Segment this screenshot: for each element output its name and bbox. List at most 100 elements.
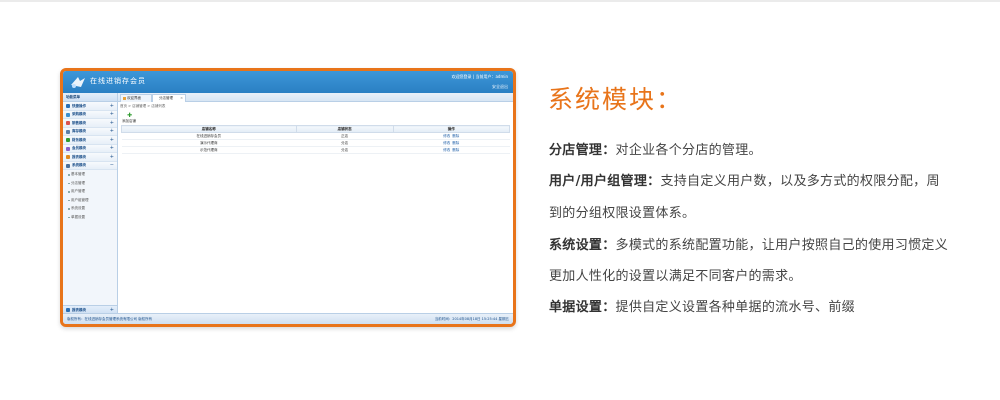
sidebar: 功能菜单 « 快捷操作 + 采购模块 + 销售模块 + 库存模块 + 财务模块 + 会员模块 + 报表模… bbox=[63, 93, 118, 314]
feature-system-settings: 系统设置：多模式的系统配置功能，让用户按照自己的使用习惯定义 bbox=[549, 234, 948, 253]
sidebar-subitem[interactable]: 用户组管理 bbox=[63, 196, 117, 205]
sidebar-menu-item[interactable]: 会员模块 + bbox=[63, 144, 117, 153]
menu-icon bbox=[66, 146, 70, 151]
main-panel: 欢迎界面 分店管理 × 首页 > 店铺管理 > 店铺列表 ✚ 添加店铺 店铺名称… bbox=[118, 93, 513, 314]
menu-label: 快捷操作 bbox=[72, 103, 86, 108]
breadcrumb: 首页 > 店铺管理 > 店铺列表 bbox=[120, 104, 166, 108]
feature-desc: 支持自定义用户数，以及多方式的权限分配，周 bbox=[660, 174, 940, 189]
user-welcome: 欢迎您登录 | 当前用户：admin bbox=[451, 74, 508, 79]
sidebar-menu-item[interactable]: 库存模块 + bbox=[63, 127, 117, 136]
feature-system-settings-cont: 更加人性化的设置以满足不同客户的需求。 bbox=[549, 265, 802, 284]
close-icon[interactable]: × bbox=[180, 96, 183, 100]
menu-icon bbox=[66, 163, 70, 168]
logo-icon bbox=[71, 77, 85, 88]
feature-name: 单据设置： bbox=[549, 300, 616, 315]
expand-toggle[interactable]: + bbox=[110, 120, 114, 126]
store-name: 演示代理商 bbox=[121, 139, 297, 147]
edit-link[interactable]: 修改 bbox=[443, 148, 450, 152]
feature-name: 分店管理： bbox=[549, 143, 616, 158]
delete-link[interactable]: 删除 bbox=[452, 148, 459, 152]
table-row: 演示代理商 分店 修改 删除 bbox=[121, 139, 510, 147]
bullet-icon bbox=[68, 199, 70, 201]
bullet-icon bbox=[68, 216, 70, 218]
sidebar-subitem[interactable]: 基本管理 bbox=[63, 170, 117, 179]
row-actions: 修改 删除 bbox=[393, 132, 510, 140]
expand-toggle[interactable]: + bbox=[110, 154, 114, 160]
expand-toggle[interactable]: + bbox=[110, 128, 114, 134]
feature-desc: 提供自定义设置各种单据的流水号、前缀 bbox=[615, 300, 855, 315]
sidebar-menu-item[interactable]: 系统模块 − bbox=[63, 161, 117, 170]
column-header: 店铺名称 bbox=[121, 125, 297, 133]
tab-bar: 欢迎界面 分店管理 × bbox=[118, 93, 513, 102]
column-header: 操作 bbox=[392, 125, 511, 133]
sidebar-header: 功能菜单 « bbox=[63, 93, 117, 102]
sidebar-menu-item[interactable]: 报表模块 + bbox=[63, 153, 117, 162]
feature-desc: 多模式的系统配置功能，让用户按照自己的使用习惯定义 bbox=[615, 238, 949, 253]
subitem-label: 用户组管理 bbox=[71, 197, 89, 202]
menu-label: 系统模块 bbox=[72, 163, 86, 167]
row-actions: 修改 删除 bbox=[393, 146, 510, 154]
menu-label: 报表模块 bbox=[72, 154, 86, 159]
menu-icon bbox=[66, 155, 70, 159]
feature-branch-management: 分店管理：对企业各个分店的管理。 bbox=[549, 139, 762, 158]
edit-link[interactable]: 修改 bbox=[443, 141, 450, 145]
subitem-label: 基本管理 bbox=[71, 172, 85, 176]
sidebar-subitem[interactable]: 单据设置 bbox=[63, 213, 117, 222]
menu-icon bbox=[66, 129, 70, 134]
menu-icon bbox=[66, 138, 70, 142]
sidebar-submenu: 基本管理分店管理用户管理用户组管理系统设置单据设置 bbox=[63, 170, 117, 221]
store-table: 店铺名称 店铺状态 操作 在线进销存会员 正店 修改 删除 演示代理商 分店 修改 删除 示范代… bbox=[121, 125, 511, 154]
store-status: 正店 bbox=[296, 132, 394, 140]
feature-name: 用户/用户组管理： bbox=[549, 174, 661, 189]
table-row: 在线进销存会员 正店 修改 删除 bbox=[121, 132, 510, 140]
copyright-text: 版权所有：在线进销存会员管理系统有限公司 版权所有 bbox=[67, 317, 153, 321]
sidebar-subitem[interactable]: 用户管理 bbox=[63, 187, 117, 196]
bullet-icon bbox=[68, 174, 70, 176]
expand-toggle[interactable]: − bbox=[110, 162, 114, 168]
menu-icon bbox=[66, 104, 70, 108]
menu-label: 库存模块 bbox=[72, 129, 86, 133]
sidebar-menu-item[interactable]: 采购模块 + bbox=[63, 110, 117, 119]
expand-toggle[interactable]: + bbox=[110, 103, 114, 109]
store-name: 在线进销存会员 bbox=[121, 132, 297, 140]
sidebar-menu-item[interactable]: 快捷操作 + bbox=[63, 102, 117, 111]
top-divider bbox=[0, 0, 1000, 2]
store-status: 分店 bbox=[296, 139, 394, 147]
subitem-label: 用户管理 bbox=[71, 189, 85, 193]
delete-link[interactable]: 删除 bbox=[452, 141, 459, 145]
store-name: 示范代理商 bbox=[121, 146, 297, 154]
menu-icon bbox=[66, 112, 70, 117]
feature-name: 系统设置： bbox=[549, 238, 616, 253]
tab-welcome[interactable]: 欢迎界面 bbox=[120, 94, 152, 102]
tab-branch-management[interactable]: 分店管理 × bbox=[152, 94, 186, 102]
table-row: 示范代理商 分店 修改 删除 bbox=[121, 146, 510, 154]
menu-label: 会员模块 bbox=[72, 146, 86, 150]
delete-link[interactable]: 删除 bbox=[452, 134, 459, 138]
menu-icon bbox=[66, 121, 70, 125]
add-store-button[interactable]: 添加店铺 bbox=[122, 119, 136, 124]
menu-label: 采购模块 bbox=[72, 112, 86, 116]
sidebar-menu-item[interactable]: 财务模块 + bbox=[63, 136, 117, 145]
expand-toggle[interactable]: + bbox=[110, 137, 114, 143]
sidebar-subitem[interactable]: 分店管理 bbox=[63, 179, 117, 188]
expand-toggle[interactable]: + bbox=[110, 145, 114, 151]
store-status: 分店 bbox=[296, 146, 394, 154]
logout-link[interactable]: 安全退出 bbox=[492, 84, 508, 90]
expand-toggle[interactable]: + bbox=[110, 307, 114, 313]
subitem-label: 分店管理 bbox=[71, 180, 85, 185]
bullet-icon bbox=[68, 208, 70, 210]
screenshot-frame: 在线进销存会员 欢迎您登录 | 当前用户：admin 安全退出 功能菜单 « 快… bbox=[60, 68, 516, 327]
expand-toggle[interactable]: + bbox=[110, 111, 114, 117]
bullet-icon bbox=[68, 182, 70, 184]
collapse-sidebar-button[interactable]: « bbox=[66, 94, 114, 99]
subitem-label: 系统设置 bbox=[71, 206, 85, 210]
edit-link[interactable]: 修改 bbox=[443, 134, 450, 138]
section-title: 系统模块： bbox=[548, 85, 684, 114]
column-header: 店铺状态 bbox=[295, 125, 394, 133]
sidebar-menu-item[interactable]: 销售模块 + bbox=[63, 119, 117, 128]
status-bar: 版权所有：在线进销存会员管理系统有限公司 版权所有 当前时间：2014年08月1… bbox=[63, 313, 513, 324]
add-icon[interactable]: ✚ bbox=[127, 112, 132, 119]
feature-user-management-cont: 到的分组权限设置体系。 bbox=[549, 202, 695, 221]
feature-document-settings: 单据设置：提供自定义设置各种单据的流水号、前缀 bbox=[549, 296, 855, 315]
sidebar-subitem[interactable]: 系统设置 bbox=[63, 204, 117, 213]
